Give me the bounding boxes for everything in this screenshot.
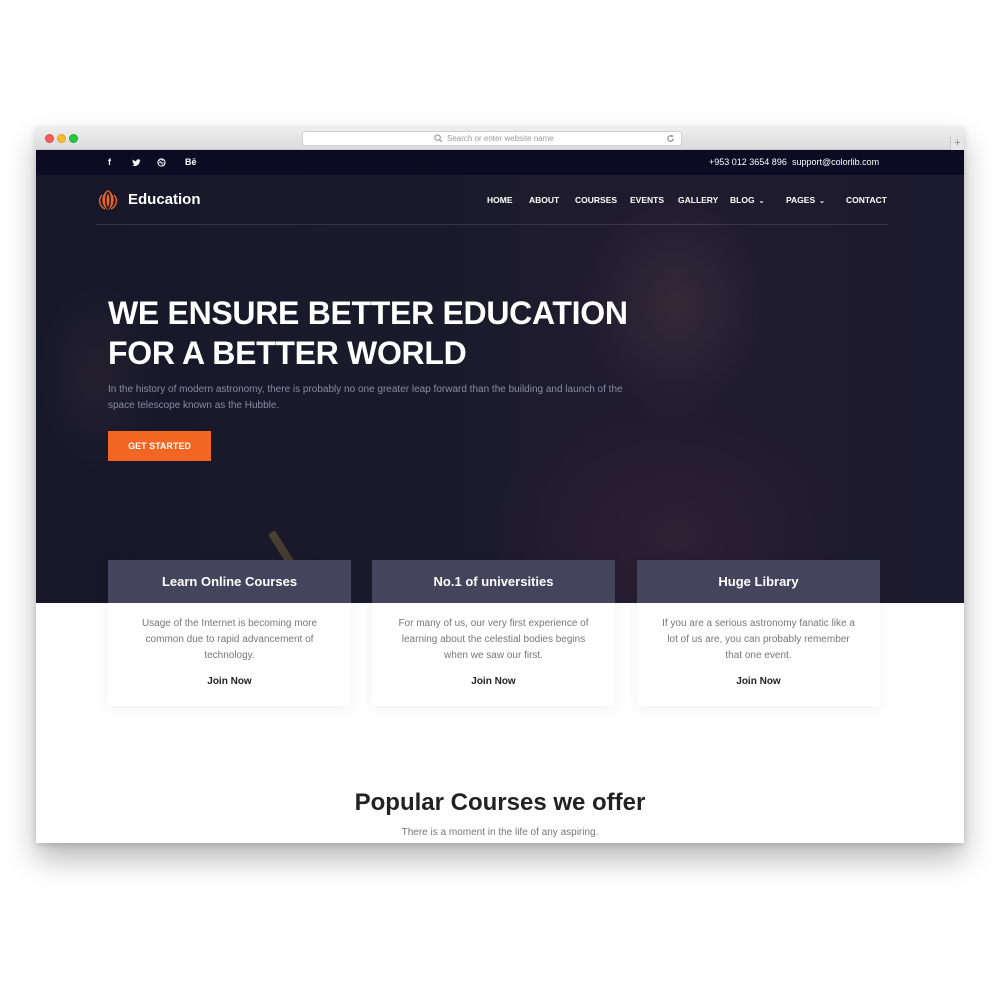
email-address[interactable]: support@colorlib.com [792,150,879,175]
minimize-window-button[interactable] [57,134,66,143]
join-now-link[interactable]: Join Now [372,676,615,687]
feature-card-text-line: If you are a serious astronomy fanatic l… [662,618,855,629]
phone-number[interactable]: +953 012 3654 896 [709,150,787,175]
feature-card: Huge Library If you are a serious astron… [637,560,880,706]
hero-headline-line2: FOR A BETTER WORLD [108,335,467,371]
section-subtitle: There is a moment in the life of any asp… [401,827,599,838]
logo-icon[interactable] [96,189,120,211]
feature-card-title: No.1 of universities [372,560,615,603]
browser-chrome: Search or enter website name + [36,127,964,151]
feature-card-text: Usage of the Internet is becoming more c… [128,616,331,664]
chevron-down-icon: ⌄ [819,198,826,205]
feature-card-text-line: common due to rapid advancement of [145,634,314,645]
nav-gallery[interactable]: GALLERY [678,195,718,205]
new-tab-button[interactable]: + [950,137,964,151]
nav-blog[interactable]: BLOG ⌄ [730,195,764,205]
address-placeholder: Search or enter website name [447,134,554,143]
chevron-down-icon: ⌄ [758,198,765,205]
search-icon [434,134,443,143]
nav-home[interactable]: HOME [487,195,513,205]
join-now-link[interactable]: Join Now [108,676,351,687]
feature-card-text-line: For many of us, our very first experienc… [398,618,589,629]
hero-subtext-line2: space telescope known as the Hubble. [108,400,280,411]
hero-section: Education HOME ABOUT COURSES EVENTS GALL… [36,175,964,603]
brand-name[interactable]: Education [128,191,201,208]
behance-icon[interactable]: Bē [185,150,197,175]
feature-card-title: Learn Online Courses [108,560,351,603]
nav-courses[interactable]: COURSES [575,195,617,205]
get-started-button[interactable]: GET STARTED [108,431,211,461]
feature-card: No.1 of universities For many of us, our… [372,560,615,706]
feature-card-text-line: when we saw our first. [444,650,543,661]
nav-blog-label: BLOG [730,195,755,205]
feature-card-text: If you are a serious astronomy fanatic l… [657,616,860,664]
feature-card-text-line: that one event. [725,650,792,661]
nav-contact[interactable]: CONTACT [846,195,887,205]
hero-headline-line1: WE ENSURE BETTER EDUCATION [108,295,628,331]
close-window-button[interactable] [45,134,54,143]
join-now-link[interactable]: Join Now [637,676,880,687]
top-bar: f Bē +953 012 3654 896 support@colorlib.… [36,150,964,175]
nav-pages[interactable]: PAGES ⌄ [786,195,825,205]
feature-card-text-line: learning about the celestial bodies begi… [401,634,586,645]
hero-subtext-line1: In the history of modern astronomy, ther… [108,384,623,395]
feature-card-text-line: lot of us are, you can probably remember [667,634,850,645]
feature-card-text-line: technology. [204,650,255,661]
feature-card-title: Huge Library [637,560,880,603]
feature-card-text-line: Usage of the Internet is becoming more [141,618,318,629]
feature-card-text: For many of us, our very first experienc… [392,616,595,664]
nav-events[interactable]: EVENTS [630,195,664,205]
nav-divider [96,224,888,225]
nav-about[interactable]: ABOUT [529,195,559,205]
twitter-icon[interactable] [132,150,141,175]
section-title: Popular Courses we offer [354,789,646,816]
dribbble-icon[interactable] [157,150,166,175]
facebook-icon[interactable]: f [108,150,111,175]
nav-pages-label: PAGES [786,195,816,205]
maximize-window-button[interactable] [69,134,78,143]
feature-card: Learn Online Courses Usage of the Intern… [108,560,351,706]
reload-icon[interactable] [666,134,675,143]
browser-window: Search or enter website name + f Bē +953… [36,127,964,843]
address-bar[interactable]: Search or enter website name [302,131,682,146]
